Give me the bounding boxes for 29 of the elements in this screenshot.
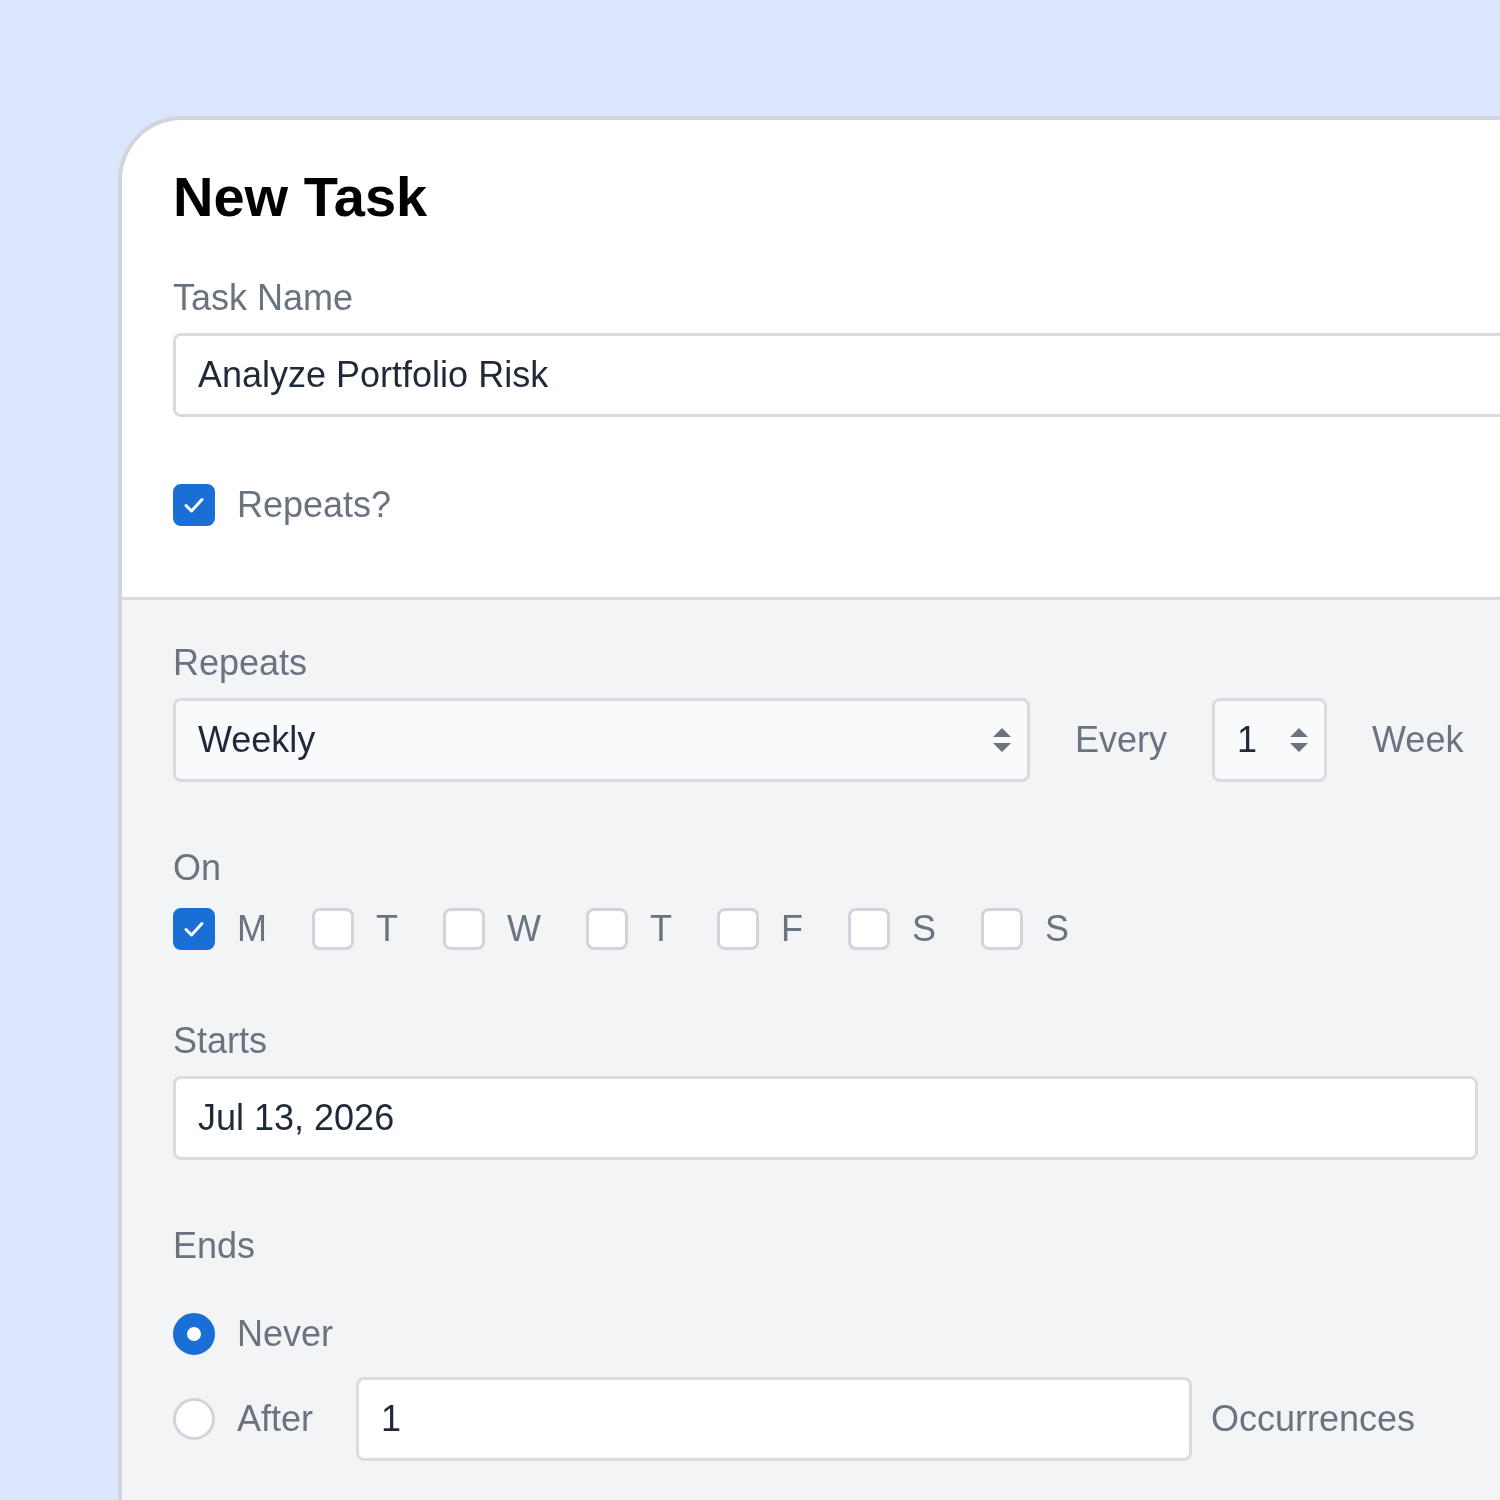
day-label: T (376, 907, 398, 951)
unit-label: Week (1372, 718, 1464, 762)
day-label: S (1045, 907, 1069, 951)
field-label: On (173, 846, 223, 890)
field-label: Starts (173, 1019, 269, 1063)
day-label: S (912, 907, 936, 951)
field-label: Ends (173, 1224, 257, 1268)
day-label: M (237, 907, 267, 951)
field-label: Repeats (173, 641, 309, 685)
radio-label: Never (237, 1312, 334, 1356)
unit-label: Occurrences (1211, 1397, 1416, 1441)
checkbox-label: Repeats? (237, 483, 392, 527)
radio-label: After (237, 1397, 314, 1441)
up-down-arrows-icon (1288, 725, 1311, 755)
count-field[interactable]: 1 (356, 1377, 1193, 1461)
day-label: T (650, 907, 672, 951)
field-label: Every (1075, 718, 1168, 762)
field-label: Task Name (173, 276, 355, 320)
number-field[interactable]: 1 (1212, 698, 1328, 782)
select-field[interactable]: Weekly (173, 698, 1030, 782)
up-down-arrows-icon (991, 725, 1013, 755)
day-checkbox[interactable] (173, 908, 215, 950)
date-field[interactable]: Jul 13, 2026 (173, 1076, 1478, 1160)
dialog-title: New Task (173, 165, 429, 229)
radio-button[interactable] (173, 1313, 215, 1355)
day-label: W (507, 907, 541, 951)
day-label: F (781, 907, 803, 951)
text-field[interactable]: Analyze Portfolio Risk (173, 333, 1500, 417)
checkbox[interactable] (173, 484, 215, 526)
